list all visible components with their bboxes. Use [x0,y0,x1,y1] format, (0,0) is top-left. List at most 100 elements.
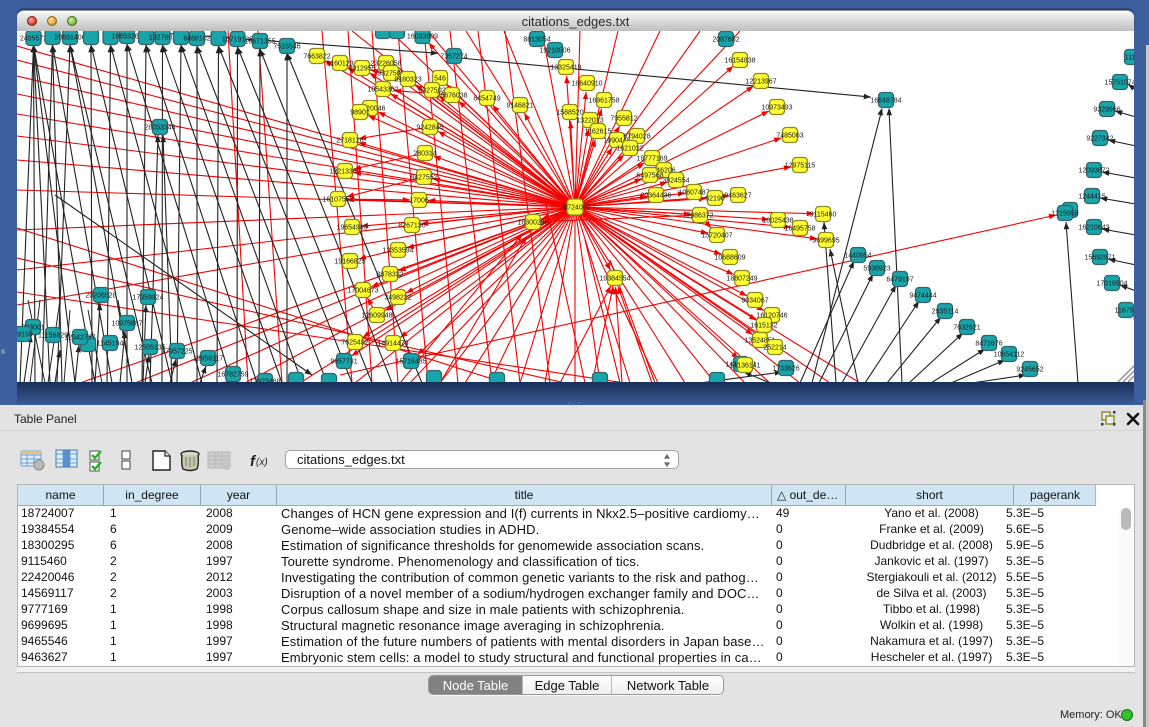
svg-text:39159: 39159 [17,332,33,339]
svg-text:12975115: 12975115 [785,163,816,170]
svg-text:9463627: 9463627 [724,193,751,200]
svg-text:18640910: 18640910 [571,81,602,88]
svg-text:7632621: 7632621 [953,325,980,332]
svg-text:18724007: 18724007 [559,205,590,212]
svg-text:98901: 98901 [350,110,370,117]
svg-text:6497568: 6497568 [636,173,663,180]
svg-text:9115460: 9115460 [810,212,837,219]
svg-text:3498222: 3498222 [384,295,411,302]
svg-text:8267130: 8267130 [398,223,425,230]
svg-text:13325419: 13325419 [550,65,581,72]
svg-text:16033809: 16033809 [407,34,438,41]
svg-text:28053346: 28053346 [144,125,175,132]
svg-text:10025438: 10025438 [762,218,793,225]
svg-text:16495758: 16495758 [784,226,815,233]
svg-text:10688609: 10688609 [714,255,745,262]
svg-text:2718126: 2718126 [336,138,363,145]
svg-text:1112: 1112 [1125,55,1134,62]
svg-text:7955812: 7955812 [610,116,637,123]
svg-text:9146821: 9146821 [506,103,533,110]
svg-text:17006: 17006 [409,198,429,205]
svg-text:1327602: 1327602 [149,35,176,42]
svg-text:19654985: 19654985 [336,225,367,232]
svg-text:12213967: 12213967 [745,79,776,86]
svg-text:20206528: 20206528 [85,293,116,300]
svg-text:1244415: 1244415 [1078,194,1105,201]
svg-text:10654112: 10654112 [994,352,1025,359]
svg-text:9657731: 9657731 [330,359,357,366]
svg-text:16782759: 16782759 [217,372,248,379]
svg-text:1215958: 1215958 [1051,211,1078,218]
svg-text:9474444: 9474444 [909,293,936,300]
svg-text:7625402: 7625402 [341,340,368,347]
svg-text:17957225: 17957225 [161,349,192,356]
svg-text:13353594: 13353594 [382,248,413,255]
svg-text:8813054: 8813054 [523,37,550,44]
svg-text:16671355: 16671355 [244,39,275,46]
svg-text:9329966: 9329966 [1093,107,1120,114]
svg-text:26676038: 26676038 [436,93,467,100]
svg-text:17359924: 17359924 [132,295,163,302]
svg-text:17004673: 17004673 [347,288,378,295]
svg-text:15692971: 15692971 [1084,255,1115,262]
svg-text:17016504: 17016504 [1096,281,1127,288]
svg-text:14914479: 14914479 [377,341,408,348]
svg-text:62190: 62190 [705,196,725,203]
svg-text:15751074: 15751074 [1104,80,1134,87]
svg-text:19166825: 19166825 [334,259,365,266]
svg-text:2405572: 2405572 [20,36,47,43]
svg-text:12609948: 12609948 [361,313,392,320]
svg-text:116753: 116753 [1115,308,1134,315]
svg-text:9034067: 9034067 [741,298,768,305]
svg-text:10973493: 10973493 [761,105,792,112]
svg-text:9242845: 9242845 [416,125,443,132]
svg-text:8471676: 8471676 [975,341,1002,348]
svg-text:9245652: 9245652 [1016,367,1043,374]
svg-text:1145194: 1145194 [97,341,124,348]
svg-text:12942737: 12942737 [64,335,95,342]
svg-text:1615132: 1615132 [750,323,777,330]
svg-text:10975887: 10975887 [111,321,142,328]
svg-text:1162615: 1162615 [585,129,612,136]
svg-text:2087682: 2087682 [712,37,739,44]
svg-text:19777169: 19777169 [636,156,667,163]
svg-text:7663822: 7663822 [303,54,330,61]
svg-text:12093872: 12093872 [1078,168,1109,175]
svg-text:6479197: 6479197 [886,277,913,284]
svg-text:16154838: 16154838 [724,58,755,65]
svg-text:1733626: 1733626 [772,366,799,373]
svg-text:16107552: 16107552 [322,197,353,204]
svg-text:10543362: 10543362 [367,87,398,94]
svg-text:12213382: 12213382 [329,169,360,176]
svg-text:1440954: 1440954 [844,253,871,260]
svg-text:16961758: 16961758 [588,98,619,105]
svg-text:6466102: 6466102 [183,36,210,43]
svg-text:14136141: 14136141 [729,363,760,370]
svg-text:(x): (x) [256,457,268,468]
svg-text:546: 546 [434,76,446,83]
svg-text:7986372: 7986372 [686,213,713,220]
svg-text:18300295: 18300295 [517,220,548,227]
svg-text:8427552: 8427552 [410,175,437,182]
svg-text:9227342: 9227342 [1086,136,1113,143]
svg-text:20691406: 20691406 [54,35,85,42]
svg-text:7485063: 7485063 [776,133,803,140]
svg-text:3824554: 3824554 [662,178,689,185]
svg-text:7357274: 7357274 [440,54,467,61]
svg-text:9699695: 9699695 [812,238,839,245]
svg-text:5938923: 5938923 [863,266,890,273]
svg-text:252214: 252214 [763,345,786,352]
svg-text:16210643: 16210643 [1078,225,1109,232]
svg-text:15716485: 15716485 [395,359,426,366]
svg-text:8180323: 8180323 [394,77,421,84]
svg-text:1621022: 1621022 [616,146,643,153]
svg-text:8454749: 8454749 [473,96,500,103]
svg-text:10958117: 10958117 [193,356,224,363]
svg-text:8878332: 8878332 [376,272,403,279]
svg-text:7515546: 7515546 [273,44,300,51]
svg-text:6794028: 6794028 [623,134,650,141]
svg-text:20364436: 20364436 [640,193,671,200]
svg-text:2935114: 2935114 [932,309,959,316]
svg-text:15720407: 15720407 [701,233,732,240]
svg-text:1588520: 1588520 [556,110,583,117]
